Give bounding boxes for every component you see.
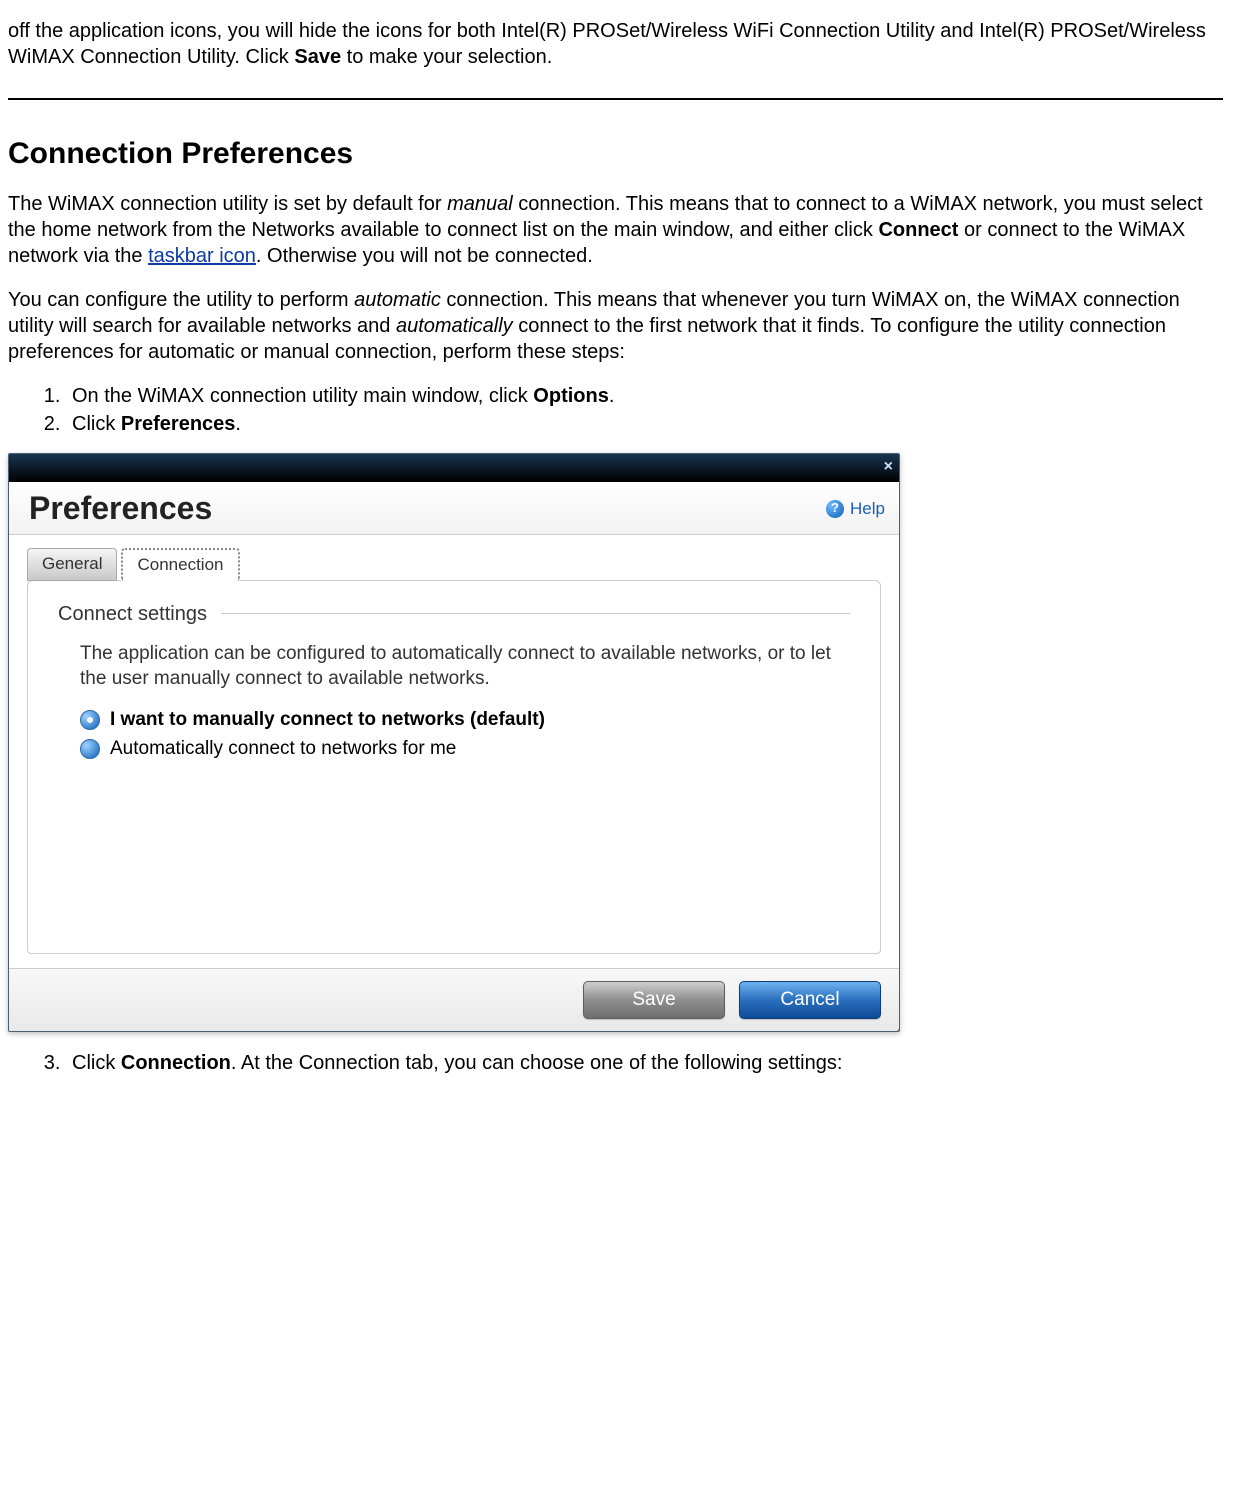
connection-preferences-heading: Connection Preferences bbox=[8, 134, 1223, 173]
paragraph-manual: The WiMAX connection utility is set by d… bbox=[8, 191, 1223, 269]
save-button[interactable]: Save bbox=[583, 981, 725, 1020]
paragraph-automatic: You can configure the utility to perform… bbox=[8, 287, 1223, 365]
p2-text-a: You can configure the utility to perform bbox=[8, 289, 354, 311]
dialog-title: Preferences bbox=[29, 488, 212, 530]
tab-connection[interactable]: Connection bbox=[121, 548, 239, 581]
radio-icon bbox=[80, 710, 100, 730]
radio-manual[interactable]: I want to manually connect to networks (… bbox=[80, 708, 850, 733]
step2-preferences: Preferences bbox=[121, 413, 236, 435]
help-label: Help bbox=[850, 498, 885, 520]
dialog-footer: Save Cancel bbox=[9, 968, 899, 1032]
p1-manual: manual bbox=[447, 193, 513, 215]
step1-text-c: . bbox=[609, 385, 615, 407]
taskbar-icon-link[interactable]: taskbar icon bbox=[148, 245, 256, 267]
close-icon[interactable]: × bbox=[884, 459, 893, 475]
dialog-tabs: General Connection bbox=[9, 535, 899, 580]
radio-auto-label: Automatically connect to networks for me bbox=[110, 737, 456, 762]
p1-connect: Connect bbox=[878, 219, 958, 241]
step1-options: Options bbox=[533, 385, 609, 407]
groupbox-title: Connect settings bbox=[58, 601, 207, 627]
groupbox-description: The application can be configured to aut… bbox=[80, 641, 850, 692]
step2-text-c: . bbox=[235, 413, 241, 435]
step2-text-a: Click bbox=[72, 413, 121, 435]
steps-list-12: On the WiMAX connection utility main win… bbox=[8, 383, 1223, 437]
groupbox-divider bbox=[221, 613, 850, 614]
step1-text-a: On the WiMAX connection utility main win… bbox=[72, 385, 533, 407]
intro-paragraph: off the application icons, you will hide… bbox=[8, 18, 1223, 70]
step3-connection: Connection bbox=[121, 1052, 231, 1074]
help-icon: ? bbox=[826, 500, 844, 518]
intro-text-a: off the application icons, you will hide… bbox=[8, 20, 1206, 68]
intro-text-b: to make your selection. bbox=[341, 46, 552, 68]
groupbox-header: Connect settings bbox=[58, 601, 850, 627]
cancel-button[interactable]: Cancel bbox=[739, 981, 881, 1020]
dialog-titlebar[interactable]: × bbox=[9, 454, 899, 482]
radio-icon bbox=[80, 739, 100, 759]
help-link[interactable]: ? Help bbox=[826, 498, 885, 520]
dialog-panel: Connect settings The application can be … bbox=[27, 580, 881, 954]
steps-list-3: Click Connection. At the Connection tab,… bbox=[8, 1050, 1223, 1076]
resize-grip-icon bbox=[897, 1029, 900, 1032]
p1-text-a: The WiMAX connection utility is set by d… bbox=[8, 193, 447, 215]
dialog-header: Preferences ? Help bbox=[9, 482, 899, 535]
p1-text-d: . Otherwise you will not be connected. bbox=[256, 245, 593, 267]
p2-automatically: automatically bbox=[396, 315, 513, 337]
tab-general[interactable]: General bbox=[27, 548, 117, 581]
section-divider bbox=[8, 98, 1223, 100]
step3-text-c: . At the Connection tab, you can choose … bbox=[231, 1052, 843, 1074]
step-2: Click Preferences. bbox=[66, 411, 1223, 437]
p2-automatic: automatic bbox=[354, 289, 441, 311]
intro-save-word: Save bbox=[294, 46, 341, 68]
step-1: On the WiMAX connection utility main win… bbox=[66, 383, 1223, 409]
radio-auto[interactable]: Automatically connect to networks for me bbox=[80, 737, 850, 762]
step3-text-a: Click bbox=[72, 1052, 121, 1074]
radio-manual-label: I want to manually connect to networks (… bbox=[110, 708, 545, 733]
preferences-dialog: × Preferences ? Help General Connection … bbox=[8, 453, 900, 1032]
step-3: Click Connection. At the Connection tab,… bbox=[66, 1050, 1223, 1076]
